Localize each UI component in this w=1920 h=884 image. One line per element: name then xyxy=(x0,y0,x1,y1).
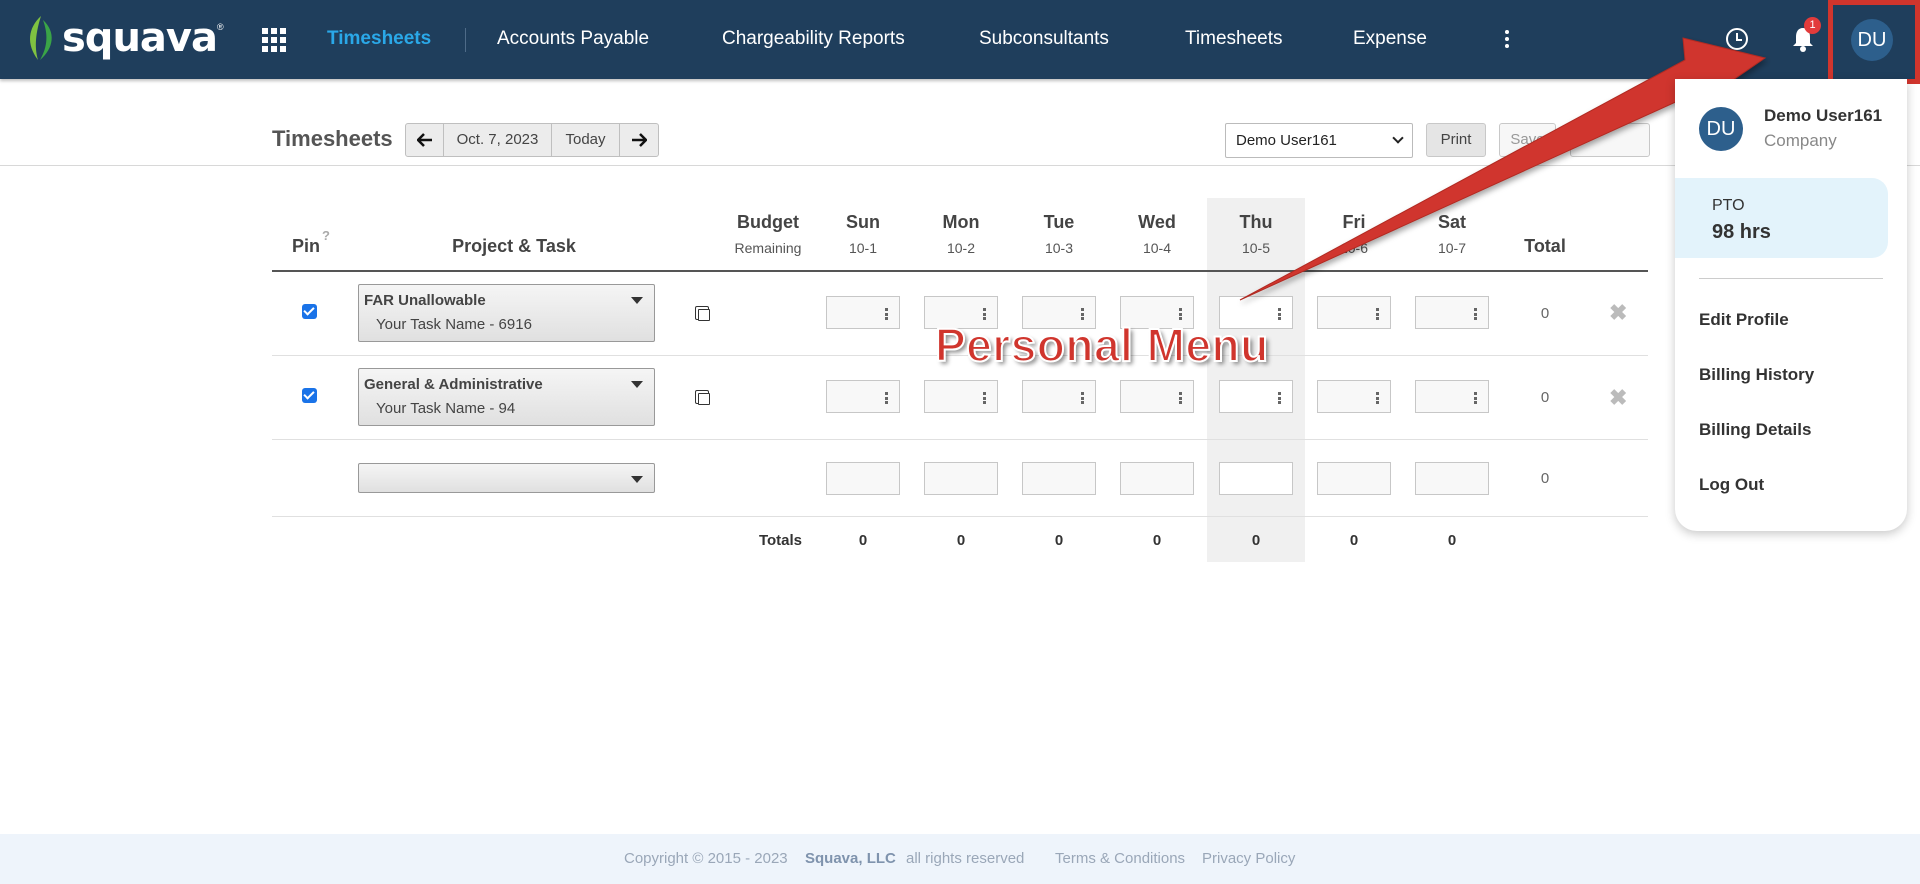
pto-card: PTO 98 hrs xyxy=(1675,178,1888,258)
annotation-callout: Personal Menu xyxy=(934,318,1269,372)
pto-label: PTO xyxy=(1712,197,1745,214)
menu-user-name: Demo User161 xyxy=(1764,106,1883,125)
pto-value: 98 hrs xyxy=(1712,221,1771,243)
menu-company: Company xyxy=(1764,131,1837,150)
footer-copyright: Copyright © 2015 - 2023 xyxy=(624,850,788,867)
menu-avatar: DU xyxy=(1699,107,1743,151)
menu-billing-history[interactable]: Billing History xyxy=(1699,365,1814,385)
footer-terms-link[interactable]: Terms & Conditions xyxy=(1055,850,1185,867)
menu-log-out[interactable]: Log Out xyxy=(1699,475,1764,495)
footer-privacy-link[interactable]: Privacy Policy xyxy=(1202,850,1295,867)
annotation-arrow xyxy=(1239,37,1767,301)
footer-rights: all rights reserved xyxy=(906,850,1025,867)
personal-menu: DU Demo User161 Company PTO 98 hrs Edit … xyxy=(1675,79,1907,531)
menu-edit-profile[interactable]: Edit Profile xyxy=(1699,310,1789,330)
menu-billing-details[interactable]: Billing Details xyxy=(1699,420,1811,440)
footer: Copyright © 2015 - 2023 Squava, LLC all … xyxy=(0,834,1920,884)
menu-divider xyxy=(1699,278,1883,279)
footer-company-link[interactable]: Squava, LLC xyxy=(805,850,896,867)
